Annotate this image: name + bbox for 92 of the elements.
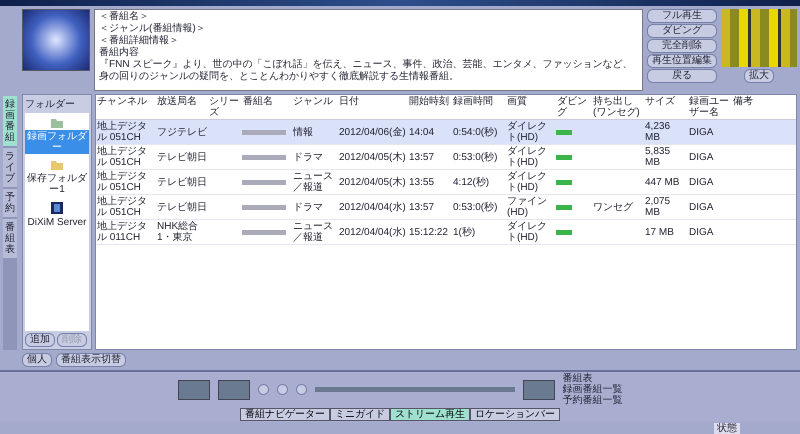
table-cell: 0:53:0(秒) <box>452 150 498 164</box>
redacted-bar <box>242 154 286 160</box>
redacted-bar <box>242 180 286 184</box>
info-heading: ＜番組名＞ <box>99 11 150 23</box>
table-cell: DIGA <box>688 150 714 164</box>
side-tab[interactable]: 番組表 <box>3 219 17 258</box>
table-cell: 447 MB <box>644 176 680 188</box>
redacted-bar <box>242 204 286 210</box>
nav-link[interactable]: 予約番組一覧 <box>562 395 622 406</box>
redacted-bar <box>242 230 286 234</box>
table-cell-text: ダイレクト(HD) <box>506 220 548 244</box>
action-button[interactable]: 戻る <box>647 69 717 83</box>
seek-track[interactable] <box>314 387 514 392</box>
action-button[interactable]: フル再生 <box>647 9 717 23</box>
table-cell: 13:57 <box>408 200 436 214</box>
table-cell: 1(秒) <box>452 226 476 238</box>
panel-button[interactable]: 番組表示切替 <box>56 353 126 367</box>
table-cell-text: 地上デジタル 011CH <box>96 220 148 244</box>
table-cell: 0:54:0(秒) <box>452 126 498 138</box>
folder-icon <box>50 159 64 171</box>
table-cell-text: ダイレクト(HD) <box>506 120 548 144</box>
server-icon <box>50 201 64 215</box>
table-cell: 13:55 <box>408 176 436 188</box>
table-cell-text: 2,075 MB <box>644 195 672 219</box>
folder-item[interactable]: 保存フォルダー1 <box>25 172 89 196</box>
enlarge-button[interactable]: 拡大 <box>744 69 774 83</box>
nav-link[interactable]: 録画番組一覧 <box>562 384 622 395</box>
table-cell: DIGA <box>688 226 714 238</box>
info-heading: ＜ジャンル(番組情報)＞ <box>99 23 207 34</box>
folder-title: フォルダー <box>25 98 76 111</box>
dubbing-status-icon <box>556 204 572 210</box>
player-tab[interactable]: 番組ナビゲーター <box>240 408 330 421</box>
table-cell: テレビ朝日 <box>156 200 208 214</box>
table-cell-text: ダイレクト(HD) <box>506 145 548 169</box>
table-cell: ワンセグ <box>592 200 634 214</box>
table-cell: 2012/04/04(水) <box>338 226 407 238</box>
table-cell: 17 MB <box>644 226 675 238</box>
dubbing-status-icon <box>556 154 572 160</box>
table-cell-text: NHK総合1・東京 <box>156 220 200 244</box>
table-cell: 2012/04/05(木) <box>338 176 407 188</box>
side-tab[interactable]: ライブ <box>3 148 17 187</box>
status-label: 状態 <box>714 422 740 434</box>
side-tab[interactable]: 予約 <box>3 189 17 217</box>
table-cell: 2012/04/05(木) <box>338 150 407 164</box>
table-cell: 情報 <box>292 126 314 138</box>
dubbing-status-icon <box>556 130 572 134</box>
table-cell-text: ファイン(HD) <box>506 195 548 219</box>
table-cell: ドラマ <box>292 150 324 164</box>
table-cell: 4:12(秒) <box>452 176 490 188</box>
table-cell: 14:04 <box>408 126 436 138</box>
panel-button[interactable]: 個人 <box>22 353 52 367</box>
table-cell-text: 4,236 MB <box>644 120 672 144</box>
table-cell: 0:53:0(秒) <box>452 200 498 214</box>
table-cell-text: 地上デジタル 051CH <box>96 120 148 144</box>
table-cell-text: 地上デジタル 051CH <box>96 170 148 194</box>
table-cell-text: ニュース／報道 <box>292 170 334 194</box>
dubbing-status-icon <box>556 230 572 234</box>
table-cell-text: 地上デジタル 051CH <box>96 145 148 169</box>
player-tab[interactable]: ロケーションバー <box>470 408 560 421</box>
table-cell: フジテレビ <box>156 126 208 138</box>
video-thumbnail <box>22 9 90 71</box>
info-heading: 番組内容 <box>99 47 140 58</box>
table-cell: ドラマ <box>292 200 324 214</box>
table-cell: 2012/04/04(水) <box>338 200 407 214</box>
folder-button[interactable]: 追加 <box>25 333 55 347</box>
redacted-bar <box>242 130 286 134</box>
table-cell-text: ダイレクト(HD) <box>506 170 548 194</box>
table-cell-text: 5,835 MB <box>644 145 672 169</box>
table-cell: テレビ朝日 <box>156 150 208 164</box>
table-cell: DIGA <box>688 126 714 138</box>
action-button[interactable]: 完全削除 <box>647 39 717 53</box>
player-tab[interactable]: ミニガイド <box>330 408 390 421</box>
action-button[interactable]: ダビング <box>647 24 717 38</box>
table-cell-text: 地上デジタル 051CH <box>96 195 148 219</box>
table-cell: テレビ朝日 <box>156 176 208 188</box>
action-button[interactable]: 再生位置編集 <box>647 54 717 68</box>
folder-item[interactable]: DiXiM Server <box>26 216 88 229</box>
nav-link[interactable]: 番組表 <box>562 373 622 384</box>
display-screen <box>522 380 554 400</box>
info-description: 『FNN スピーク』より、世の中の「こぼれ話」を伝え、ニュース、事件、政治、芸能、エンタメ、ファッションなど、身の回りのジャンルの疑問を、とことんわかりやすく徹底解説する生情報番組。 <box>99 59 634 83</box>
display-screen <box>218 380 250 400</box>
table-cell-text: ニュース／報道 <box>292 220 334 244</box>
side-tab[interactable]: 録画番組 <box>3 96 17 146</box>
table-cell: DIGA <box>688 200 714 214</box>
table-cell: 15:12:22 <box>408 226 449 238</box>
table-cell: 13:57 <box>408 150 436 164</box>
info-heading: ＜番組詳細情報＞ <box>99 35 180 46</box>
table-cell: 2012/04/06(金) <box>338 126 407 138</box>
display-screen <box>178 380 210 400</box>
player-tab[interactable]: ストリーム再生 <box>390 408 470 421</box>
dubbing-status-icon <box>556 180 572 184</box>
table-cell: DIGA <box>688 176 714 188</box>
